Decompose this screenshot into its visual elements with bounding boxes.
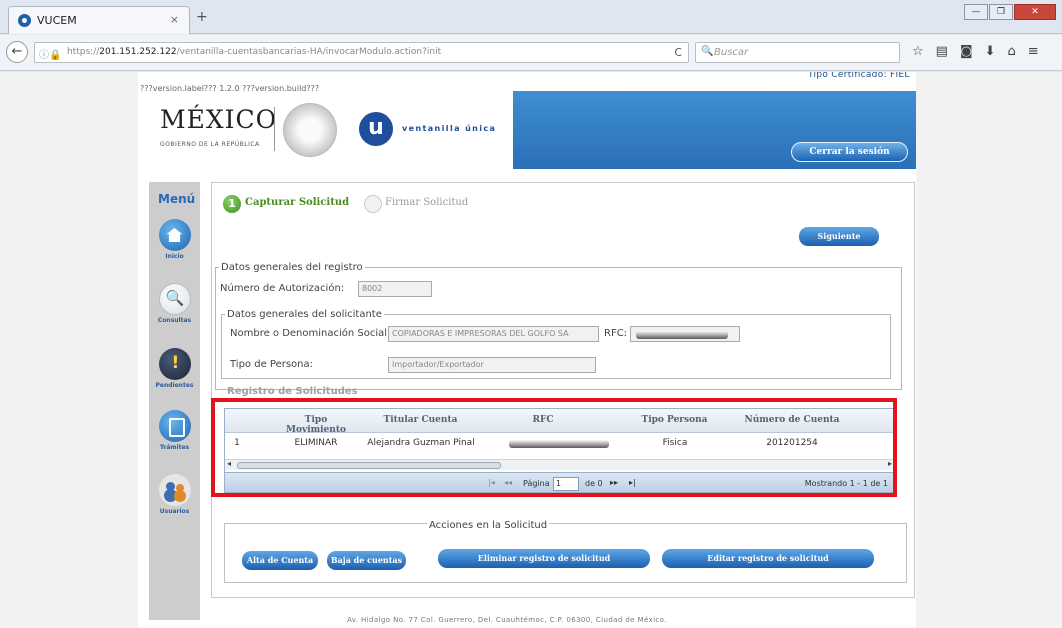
registro-legend: Datos generales del registro (221, 262, 363, 273)
alert-icon (158, 348, 191, 380)
bookmark-star-icon[interactable]: ☆ (912, 44, 924, 59)
window-controls: — ❐ ✕ (964, 4, 1056, 20)
solicitante-legend: Datos generales del solicitante (227, 309, 382, 320)
alta-cuenta-button[interactable]: Alta de Cuenta (242, 551, 318, 570)
ventanilla-unica-text: ventanilla única (402, 124, 497, 133)
vucem-favicon-icon (18, 14, 31, 27)
search-placeholder: Buscar (714, 47, 749, 58)
download-icon[interactable]: ⬇ (985, 44, 996, 59)
certificate-type: Tipo Certificado: FIEL (808, 72, 910, 80)
menu-item-pendientes[interactable]: Pendientes (149, 348, 200, 389)
home-icon[interactable]: ⌂ (1007, 44, 1015, 59)
side-menu: Menú Inicio Consultas Pendientes Trámite… (149, 182, 200, 620)
menu-title: Menú (158, 192, 196, 206)
reload-icon[interactable]: C (674, 46, 682, 59)
auth-number-label: Número de Autorización: (220, 283, 345, 294)
editar-registro-button[interactable]: Editar registro de solicitud (662, 549, 874, 568)
pocket-icon[interactable]: ◙ (960, 44, 973, 59)
auth-number-field[interactable]: 8002 (358, 281, 432, 297)
national-seal-icon (283, 103, 337, 157)
new-tab-button[interactable]: + (196, 9, 208, 25)
home-icon (158, 219, 191, 251)
rfc-label: RFC: (604, 328, 628, 339)
step-2-icon (364, 195, 382, 213)
users-icon (158, 474, 191, 506)
gobierno-subtitle: GOBIERNO DE LA REPÚBLICA (160, 141, 260, 148)
search-icon: 🔍 (701, 46, 714, 57)
rfc-redacted (636, 331, 728, 339)
grid-caption: Registro de Solicitudes (227, 386, 358, 397)
menu-item-label: Consultas (157, 317, 192, 324)
site-info-icon[interactable]: ⓘ🔒 (39, 46, 61, 61)
eliminar-registro-button[interactable]: Eliminar registro de solicitud (438, 549, 650, 568)
menu-item-consultas[interactable]: Consultas (149, 283, 200, 324)
step-firmar-solicitud: Firmar Solicitud (385, 197, 469, 208)
web-page: ???version.label??? 1.2.0 ???version.bui… (0, 72, 1062, 628)
menu-item-usuarios[interactable]: Usuarios (149, 474, 200, 515)
url-text: https://201.151.252.122/ventanilla-cuent… (67, 47, 442, 57)
browser-tab-bar: VUCEM × + — ❐ ✕ (0, 0, 1062, 34)
bookmarks-list-icon[interactable]: ▤ (936, 44, 948, 59)
highlight-box (211, 398, 897, 497)
footer-address: Av. Hidalgo No. 77 Col. Guerrero, Del. C… (347, 616, 667, 624)
step-capturar-solicitud[interactable]: Capturar Solicitud (245, 197, 349, 208)
tipo-persona-label: Tipo de Persona: (230, 359, 314, 370)
document-icon (158, 410, 191, 442)
step-1-icon: 1 (223, 195, 241, 213)
name-field[interactable]: COPIADORAS E IMPRESORAS DEL GOLFO SA (388, 326, 599, 342)
menu-item-inicio[interactable]: Inicio (149, 219, 200, 260)
name-label: Nombre o Denominación Social: (230, 328, 391, 339)
mexico-logo-text: MÉXICO (160, 105, 278, 134)
back-button[interactable]: ← (6, 41, 28, 63)
tipo-persona-field[interactable]: Importador/Exportador (388, 357, 596, 373)
toolbar-icons: ☆ ▤ ◙ ⬇ ⌂ ≡ (912, 44, 1039, 59)
url-bar[interactable]: ⓘ🔒 https://201.151.252.122/ventanilla-cu… (34, 42, 689, 63)
ventanilla-unica-logo: u (359, 112, 393, 146)
tab-title: VUCEM (37, 14, 77, 27)
actions-legend: Acciones en la Solicitud (427, 520, 550, 531)
header-divider (274, 107, 275, 151)
menu-item-label: Pendientes (155, 382, 194, 389)
browser-nav-bar: ← ⓘ🔒 https://201.151.252.122/ventanilla-… (0, 35, 1062, 71)
tab-close-button[interactable]: × (170, 13, 179, 26)
close-window-button[interactable]: ✕ (1014, 4, 1056, 20)
main-panel: 1 Capturar Solicitud Firmar Solicitud Si… (211, 182, 915, 598)
minimize-button[interactable]: — (964, 4, 988, 20)
baja-cuentas-button[interactable]: Baja de cuentas (327, 551, 406, 570)
header-logo-area: MÉXICO GOBIERNO DE LA REPÚBLICA u ventan… (141, 91, 513, 169)
search-icon (158, 283, 191, 315)
browser-tab[interactable]: VUCEM × (8, 6, 190, 34)
menu-item-tramites[interactable]: Trámites (149, 410, 200, 451)
menu-item-label: Usuarios (159, 508, 190, 515)
site-header: MÉXICO GOBIERNO DE LA REPÚBLICA u ventan… (141, 91, 916, 169)
logout-button[interactable]: Cerrar la sesión (791, 142, 908, 162)
menu-item-label: Trámites (159, 444, 190, 451)
search-bar[interactable]: 🔍 Buscar (695, 42, 900, 63)
menu-item-label: Inicio (165, 253, 184, 260)
next-button[interactable]: Siguiente (799, 227, 879, 246)
maximize-button[interactable]: ❐ (989, 4, 1013, 20)
menu-hamburger-icon[interactable]: ≡ (1028, 44, 1039, 59)
